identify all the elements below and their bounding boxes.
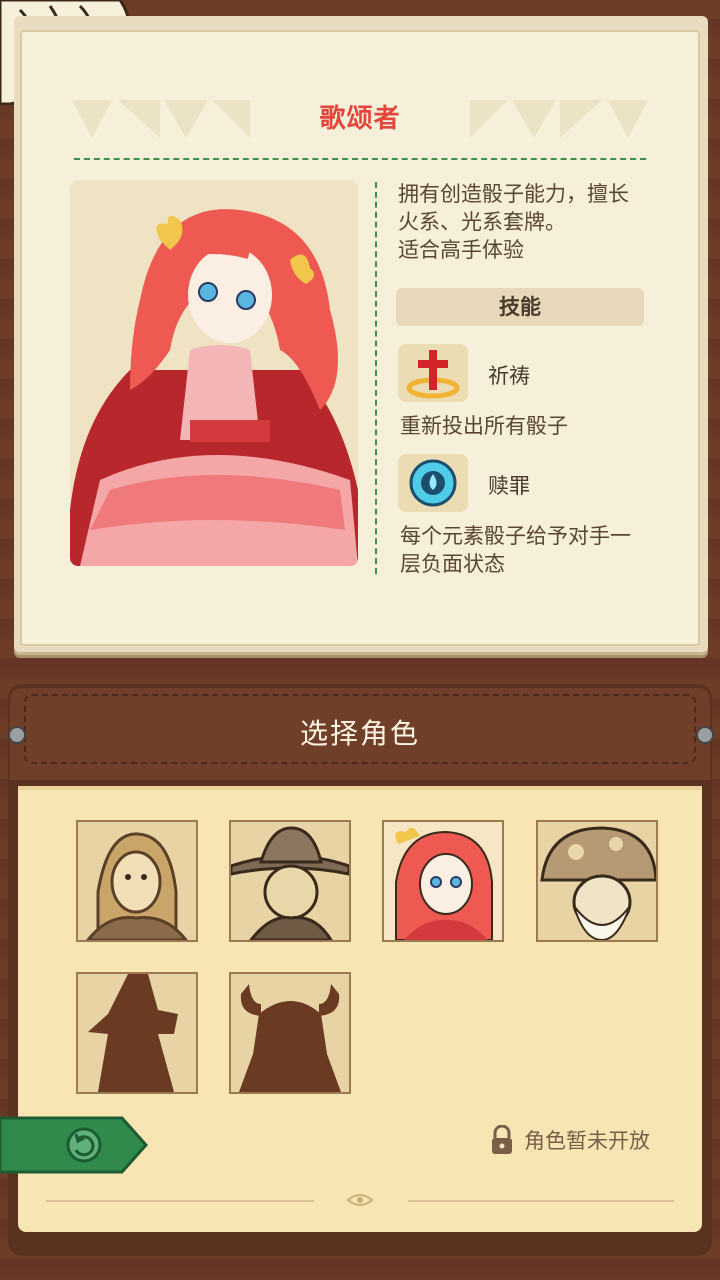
skills-header: 技能 (396, 288, 644, 326)
character-slot-cowboy[interactable] (229, 820, 351, 942)
skill-name: 赎罪 (488, 474, 530, 498)
skill-description-line: 重新投出所有骰子 (400, 414, 568, 438)
back-button[interactable] (0, 1114, 148, 1176)
locked-notice-text: 角色暂未开放 (524, 1129, 650, 1153)
character-portrait (70, 180, 358, 566)
column-divider (375, 182, 377, 574)
character-slot-praiser[interactable] (382, 820, 504, 942)
locked-notice: 角色暂未开放 (490, 1124, 650, 1156)
character-slot-mushroom-elder[interactable] (536, 820, 658, 942)
title-divider (74, 158, 646, 162)
description-line: 拥有创造骰子能力，擅长 (398, 182, 629, 206)
panel-title: 选择角色 (299, 717, 420, 750)
bottom-divider-right (408, 1200, 674, 1202)
description-line: 适合高手体验 (398, 238, 524, 262)
character-name: 歌颂者 (319, 104, 401, 134)
character-description: 拥有创造骰子能力，擅长 火系、光系套牌。 适合高手体验 (398, 180, 658, 264)
character-slot-locked-viking[interactable] (229, 972, 351, 1094)
skill-name: 祈祷 (488, 364, 530, 388)
description-line: 火系、光系套牌。 (398, 210, 566, 234)
blue-skull-icon[interactable] (398, 454, 468, 512)
skill-description: 重新投出所有骰子 (400, 412, 658, 440)
skill-description-line: 每个元素骰子给予对手一 (400, 524, 631, 548)
bottom-divider-left (46, 1200, 314, 1202)
character-slot-locked-witch[interactable] (76, 972, 198, 1094)
lock-icon (492, 1125, 512, 1154)
skill-description-line: 层负面状态 (400, 552, 505, 576)
eye-ornament-icon (346, 1194, 374, 1206)
character-slot-scholar[interactable] (76, 820, 198, 942)
skill-description: 每个元素骰子给予对手一 层负面状态 (400, 522, 658, 578)
prayer-cross-icon[interactable] (398, 344, 468, 402)
